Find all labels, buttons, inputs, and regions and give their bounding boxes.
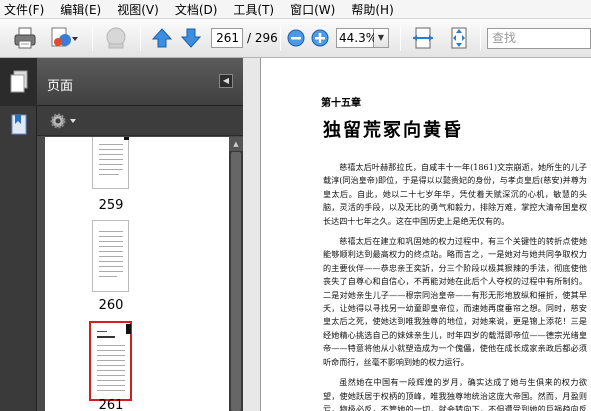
scroll-up-icon[interactable]: ▲ (229, 137, 243, 151)
document-viewport[interactable]: 第十五章 独留荒冢向黄昏 慈禧太后叶赫那拉氏，自咸丰十一年(1861)文宗崩逝，… (243, 58, 591, 411)
thumbnail-label: 259 (98, 198, 124, 213)
paragraph: 虽然她在中国有一段辉煌的岁月，确实达成了她与生俱来的权力欲望，使她跃居于权柄的顶… (323, 377, 587, 411)
menu-window[interactable]: 窗口(W) (290, 1, 335, 18)
zoom-out-icon[interactable] (287, 29, 305, 47)
zoom-dropdown-icon[interactable]: ▼ (374, 28, 389, 48)
navigation-rail (0, 58, 37, 411)
chapter-title: 独留荒冢向黄昏 (323, 120, 463, 141)
menu-help[interactable]: 帮助(H) (351, 1, 393, 18)
document-page: 第十五章 独留荒冢向黄昏 慈禧太后叶赫那拉氏，自咸丰十一年(1861)文宗崩逝，… (260, 58, 591, 411)
menu-tools[interactable]: 工具(T) (233, 1, 274, 18)
prev-page-icon[interactable] (151, 27, 173, 49)
scrollbar-thumb[interactable] (231, 152, 241, 411)
print-icon[interactable] (12, 25, 38, 51)
thumbnail-label: 261 (98, 398, 124, 411)
chapter-heading: 第十五章 (321, 98, 361, 109)
toolbar-separator (400, 25, 401, 51)
menu-document[interactable]: 文档(D) (175, 1, 218, 18)
thumbnail-page[interactable] (92, 137, 129, 189)
menu-edit[interactable]: 编辑(E) (60, 1, 101, 18)
toolbar: / 296 44.3% ▼ 查找 (0, 19, 591, 58)
thumbnail-page-selected[interactable] (89, 321, 132, 401)
page-total: / 296 (247, 31, 278, 45)
pages-icon (10, 70, 28, 93)
pages-tab[interactable] (0, 58, 37, 106)
panel-header: 页面 ◀ (37, 58, 243, 106)
menu-view[interactable]: 视图(V) (117, 1, 159, 18)
pages-panel: 页面 ◀ 259 260 261 ▲ (37, 58, 243, 411)
fit-page-icon[interactable] (447, 26, 471, 50)
bookmark-icon (11, 114, 27, 135)
panel-title: 页面 (47, 79, 74, 94)
zoom-in-icon[interactable] (311, 29, 329, 47)
toolbar-separator (92, 25, 93, 51)
toolbar-separator (280, 25, 281, 51)
menu-file[interactable]: 文件(F) (4, 1, 44, 18)
search-input[interactable]: 查找 (487, 28, 591, 49)
thumbnail-label: 260 (98, 298, 124, 313)
options-gear-icon[interactable] (49, 112, 77, 130)
thumbnail-scrollbar[interactable]: ▲ (229, 137, 243, 411)
toolbar-separator (140, 25, 141, 51)
toolbar-separator (480, 25, 481, 51)
bookmarks-tab[interactable] (0, 110, 37, 140)
collapse-panel-icon[interactable]: ◀ (219, 74, 233, 88)
thumbnail-list[interactable]: 259 260 261 (45, 137, 229, 411)
next-page-icon[interactable] (180, 27, 202, 49)
panel-toolbar (37, 106, 243, 136)
menu-bar: 文件(F) 编辑(E) 视图(V) 文档(D) 工具(T) 窗口(W) 帮助(H… (0, 0, 591, 19)
paragraph: 慈禧太后叶赫那拉氏，自咸丰十一年(1861)文宗崩逝，她所生的儿子载淳(同治皇帝… (323, 162, 587, 226)
share-icon[interactable] (48, 25, 80, 51)
page-number-input[interactable] (211, 28, 243, 48)
thumbnail-page[interactable] (92, 220, 129, 292)
zoom-level-input[interactable]: 44.3% (336, 28, 377, 48)
fit-width-icon[interactable] (411, 26, 435, 50)
paragraph: 慈禧太后在建立和巩固她的权力过程中，有三个关键性的转折点使她能够顺利达到最高权力… (323, 236, 587, 367)
stamp-icon[interactable] (103, 25, 129, 51)
body-text: 慈禧太后叶赫那拉氏，自咸丰十一年(1861)文宗崩逝，她所生的儿子载淳(同治皇帝… (323, 161, 587, 411)
